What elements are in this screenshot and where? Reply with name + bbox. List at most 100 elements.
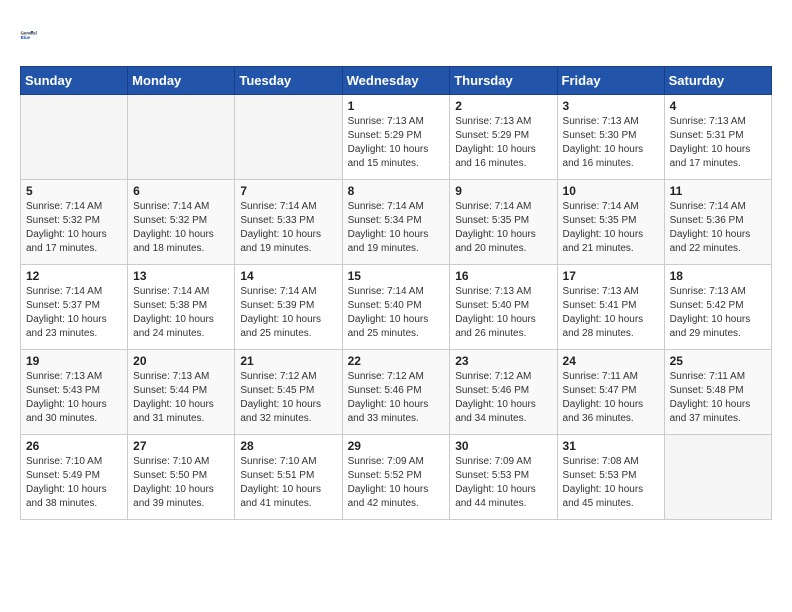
day-number: 17 (563, 269, 659, 283)
calendar-cell: 31 Sunrise: 7:08 AM Sunset: 5:53 PM Dayli… (557, 435, 664, 520)
svg-text:General: General (21, 30, 37, 35)
calendar-cell: 4 Sunrise: 7:13 AM Sunset: 5:31 PM Daylig… (664, 95, 771, 180)
week-row-3: 12 Sunrise: 7:14 AM Sunset: 5:37 PM Dayli… (21, 265, 772, 350)
calendar-cell: 22 Sunrise: 7:12 AM Sunset: 5:46 PM Dayli… (342, 350, 450, 435)
calendar-cell: 23Sunrise: 7:12 AM Sunset: 5:46 PM Dayli… (450, 350, 557, 435)
day-number: 2 (455, 99, 551, 113)
day-info: Sunrise: 7:12 AM Sunset: 5:46 PM Dayligh… (348, 370, 445, 426)
week-row-1: 1 Sunrise: 7:13 AM Sunset: 5:29 PM Daylig… (21, 95, 772, 180)
day-number: 11 (670, 184, 766, 198)
day-number: 4 (670, 99, 766, 113)
day-info: Sunrise: 7:14 AM Sunset: 5:39 PM Dayligh… (240, 285, 336, 341)
day-number: 12 (26, 269, 122, 283)
calendar-cell: 25Sunrise: 7:11 AM Sunset: 5:48 PM Dayli… (664, 350, 771, 435)
day-info: Sunrise: 7:13 AM Sunset: 5:30 PM Dayligh… (563, 115, 659, 171)
calendar-cell: 26 Sunrise: 7:10 AM Sunset: 5:49 PM Dayli… (21, 435, 128, 520)
page-header: General Blue (20, 20, 772, 50)
calendar-cell: 9 Sunrise: 7:14 AM Sunset: 5:35 PM Daylig… (450, 180, 557, 265)
calendar-cell: 18 Sunrise: 7:13 AM Sunset: 5:42 PM Dayli… (664, 265, 771, 350)
day-number: 13 (133, 269, 229, 283)
calendar-cell: 24 Sunrise: 7:11 AM Sunset: 5:47 PM Dayli… (557, 350, 664, 435)
day-info: Sunrise: 7:12 AM Sunset: 5:45 PM Dayligh… (240, 370, 336, 426)
day-number: 23 (455, 354, 551, 368)
day-info: Sunrise: 7:14 AM Sunset: 5:36 PM Dayligh… (670, 200, 766, 256)
day-number: 9 (455, 184, 551, 198)
calendar-cell: 1 Sunrise: 7:13 AM Sunset: 5:29 PM Daylig… (342, 95, 450, 180)
day-info: Sunrise: 7:14 AM Sunset: 5:32 PM Dayligh… (26, 200, 122, 256)
calendar-cell: 2 Sunrise: 7:13 AM Sunset: 5:29 PM Daylig… (450, 95, 557, 180)
day-info: Sunrise: 7:09 AM Sunset: 5:53 PM Dayligh… (455, 455, 551, 511)
day-info: Sunrise: 7:14 AM Sunset: 5:37 PM Dayligh… (26, 285, 122, 341)
week-row-5: 26 Sunrise: 7:10 AM Sunset: 5:49 PM Dayli… (21, 435, 772, 520)
day-number: 18 (670, 269, 766, 283)
day-number: 26 (26, 439, 122, 453)
day-info: Sunrise: 7:14 AM Sunset: 5:35 PM Dayligh… (455, 200, 551, 256)
day-info: Sunrise: 7:09 AM Sunset: 5:52 PM Dayligh… (348, 455, 445, 511)
day-info: Sunrise: 7:11 AM Sunset: 5:47 PM Dayligh… (563, 370, 659, 426)
header-tuesday: Tuesday (235, 67, 342, 95)
calendar-cell: 16 Sunrise: 7:13 AM Sunset: 5:40 PM Dayli… (450, 265, 557, 350)
calendar-cell (21, 95, 128, 180)
calendar-cell: 5 Sunrise: 7:14 AM Sunset: 5:32 PM Daylig… (21, 180, 128, 265)
day-info: Sunrise: 7:10 AM Sunset: 5:49 PM Dayligh… (26, 455, 122, 511)
day-info: Sunrise: 7:14 AM Sunset: 5:33 PM Dayligh… (240, 200, 336, 256)
calendar-cell: 15 Sunrise: 7:14 AM Sunset: 5:40 PM Dayli… (342, 265, 450, 350)
calendar-header-row: SundayMondayTuesdayWednesdayThursdayFrid… (21, 67, 772, 95)
header-sunday: Sunday (21, 67, 128, 95)
day-info: Sunrise: 7:13 AM Sunset: 5:43 PM Dayligh… (26, 370, 122, 426)
day-number: 1 (348, 99, 445, 113)
calendar-cell: 11 Sunrise: 7:14 AM Sunset: 5:36 PM Dayli… (664, 180, 771, 265)
day-number: 30 (455, 439, 551, 453)
header-wednesday: Wednesday (342, 67, 450, 95)
day-number: 15 (348, 269, 445, 283)
calendar-cell: 28 Sunrise: 7:10 AM Sunset: 5:51 PM Dayli… (235, 435, 342, 520)
calendar-cell (235, 95, 342, 180)
day-info: Sunrise: 7:10 AM Sunset: 5:50 PM Dayligh… (133, 455, 229, 511)
calendar-cell (664, 435, 771, 520)
day-number: 6 (133, 184, 229, 198)
day-info: Sunrise: 7:08 AM Sunset: 5:53 PM Dayligh… (563, 455, 659, 511)
day-info: Sunrise: 7:11 AM Sunset: 5:48 PM Dayligh… (670, 370, 766, 426)
calendar-cell: 30 Sunrise: 7:09 AM Sunset: 5:53 PM Dayli… (450, 435, 557, 520)
day-info: Sunrise: 7:14 AM Sunset: 5:35 PM Dayligh… (563, 200, 659, 256)
day-number: 5 (26, 184, 122, 198)
day-number: 14 (240, 269, 336, 283)
day-info: Sunrise: 7:13 AM Sunset: 5:31 PM Dayligh… (670, 115, 766, 171)
day-info: Sunrise: 7:14 AM Sunset: 5:34 PM Dayligh… (348, 200, 445, 256)
day-number: 31 (563, 439, 659, 453)
day-number: 28 (240, 439, 336, 453)
day-number: 10 (563, 184, 659, 198)
day-number: 7 (240, 184, 336, 198)
calendar-cell: 12 Sunrise: 7:14 AM Sunset: 5:37 PM Dayli… (21, 265, 128, 350)
day-info: Sunrise: 7:14 AM Sunset: 5:40 PM Dayligh… (348, 285, 445, 341)
day-number: 22 (348, 354, 445, 368)
calendar-cell: 17 Sunrise: 7:13 AM Sunset: 5:41 PM Dayli… (557, 265, 664, 350)
day-info: Sunrise: 7:14 AM Sunset: 5:38 PM Dayligh… (133, 285, 229, 341)
day-info: Sunrise: 7:10 AM Sunset: 5:51 PM Dayligh… (240, 455, 336, 511)
day-number: 8 (348, 184, 445, 198)
day-number: 20 (133, 354, 229, 368)
calendar-cell: 27 Sunrise: 7:10 AM Sunset: 5:50 PM Dayli… (128, 435, 235, 520)
calendar-cell: 20 Sunrise: 7:13 AM Sunset: 5:44 PM Dayli… (128, 350, 235, 435)
day-number: 24 (563, 354, 659, 368)
header-saturday: Saturday (664, 67, 771, 95)
calendar-cell: 7 Sunrise: 7:14 AM Sunset: 5:33 PM Daylig… (235, 180, 342, 265)
logo-icon: General Blue (20, 20, 50, 50)
week-row-2: 5 Sunrise: 7:14 AM Sunset: 5:32 PM Daylig… (21, 180, 772, 265)
header-monday: Monday (128, 67, 235, 95)
calendar-cell: 21Sunrise: 7:12 AM Sunset: 5:45 PM Dayli… (235, 350, 342, 435)
day-info: Sunrise: 7:14 AM Sunset: 5:32 PM Dayligh… (133, 200, 229, 256)
calendar-cell (128, 95, 235, 180)
day-number: 27 (133, 439, 229, 453)
day-info: Sunrise: 7:13 AM Sunset: 5:44 PM Dayligh… (133, 370, 229, 426)
day-info: Sunrise: 7:13 AM Sunset: 5:40 PM Dayligh… (455, 285, 551, 341)
day-number: 3 (563, 99, 659, 113)
header-thursday: Thursday (450, 67, 557, 95)
day-info: Sunrise: 7:13 AM Sunset: 5:41 PM Dayligh… (563, 285, 659, 341)
day-info: Sunrise: 7:13 AM Sunset: 5:29 PM Dayligh… (348, 115, 445, 171)
day-number: 16 (455, 269, 551, 283)
day-number: 19 (26, 354, 122, 368)
day-info: Sunrise: 7:13 AM Sunset: 5:42 PM Dayligh… (670, 285, 766, 341)
week-row-4: 19 Sunrise: 7:13 AM Sunset: 5:43 PM Dayli… (21, 350, 772, 435)
day-info: Sunrise: 7:13 AM Sunset: 5:29 PM Dayligh… (455, 115, 551, 171)
